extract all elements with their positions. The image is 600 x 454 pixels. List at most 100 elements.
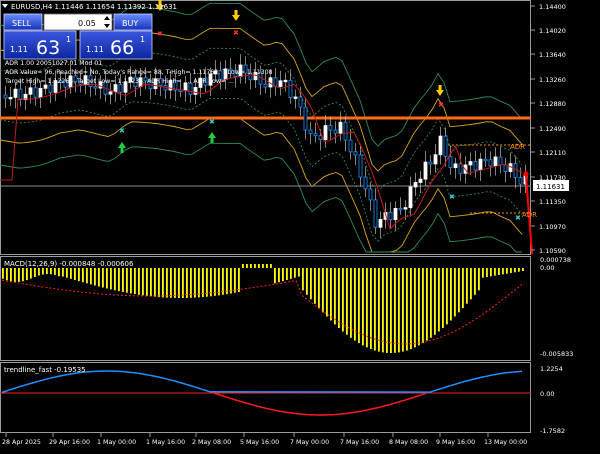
- macd-pane[interactable]: [1, 264, 525, 353]
- candle-body: [503, 164, 508, 172]
- macd-bar: [34, 268, 36, 277]
- candle-body: [398, 208, 403, 211]
- macd-bar: [134, 268, 136, 295]
- macd-bar: [490, 268, 492, 277]
- trendline-axis-label: 0.00: [540, 390, 554, 398]
- trendline-axis-label: 1.2254: [540, 365, 563, 373]
- candle-body: [313, 133, 318, 137]
- adr-info-line-1: ADR 1.00 20051027.01 Mod 01: [5, 60, 102, 67]
- candle-body: [283, 79, 288, 83]
- adr-info-line-2: ADR Value= 96, Reached= No, Today's Rang…: [5, 69, 273, 76]
- macd-axis-label: 0.000738: [540, 256, 571, 264]
- cross-marker-icon: ✖: [209, 118, 215, 126]
- macd-bar: [350, 268, 352, 338]
- candle-body: [423, 161, 428, 180]
- macd-bar: [390, 268, 392, 353]
- macd-bar: [178, 268, 180, 298]
- candle-body: [413, 182, 418, 188]
- candle-body: [328, 125, 333, 131]
- trendline-axis: 1.2254 0.00 -1.7582: [540, 365, 565, 435]
- macd-bar: [86, 268, 88, 284]
- candle-body: [448, 155, 453, 169]
- macd-bar: [286, 268, 288, 281]
- candle-body: [453, 163, 458, 169]
- macd-bar: [206, 268, 208, 297]
- macd-bar: [158, 268, 160, 298]
- candle-body: [193, 87, 198, 95]
- macd-bar: [326, 268, 328, 317]
- current-bar-dot: [523, 171, 529, 177]
- macd-bar: [370, 268, 372, 350]
- buy-arrow-icon: [208, 132, 216, 143]
- adr-info-block: ADR 1.00 20051027.01 Mod 01 ADR Value= 9…: [4, 60, 273, 85]
- macd-bar: [30, 268, 32, 279]
- macd-bar: [502, 268, 504, 275]
- macd-bar: [70, 268, 72, 279]
- macd-bar: [278, 268, 280, 283]
- candle-body: [43, 84, 48, 89]
- macd-bar: [402, 268, 404, 352]
- adr-lower-label: ADR: [522, 211, 537, 219]
- macd-bar: [274, 268, 276, 284]
- macd-bar: [486, 268, 488, 277]
- macd-bar: [154, 268, 156, 297]
- time-axis-label: 1 May 00:00: [97, 439, 136, 446]
- macd-bar: [122, 268, 124, 292]
- buy-price-sup: 1: [140, 35, 145, 44]
- trendline-pane[interactable]: [0, 370, 531, 416]
- macd-bar: [182, 268, 184, 298]
- macd-bar: [214, 268, 216, 296]
- candle-body: [403, 207, 408, 210]
- candle-body: [438, 135, 443, 156]
- macd-bar: [258, 264, 260, 268]
- candle-body: [343, 121, 348, 141]
- macd-bar: [234, 268, 236, 293]
- macd-bar: [450, 268, 452, 321]
- sell-button-label: SELL: [12, 19, 32, 28]
- macd-bar: [138, 268, 140, 295]
- candle-body: [458, 163, 463, 174]
- candle-body: [338, 121, 343, 134]
- macd-bar: [510, 268, 512, 273]
- macd-bar: [426, 268, 428, 341]
- macd-bar: [18, 268, 20, 282]
- macd-bar: [102, 268, 104, 288]
- adr-info-line-3: Target High= 1.12266, Target Low= 1.1123…: [4, 78, 234, 85]
- macd-bar: [142, 268, 144, 296]
- buy-price-big: 66: [110, 37, 134, 59]
- macd-bar: [386, 268, 388, 353]
- price-axis-label: 1.14400: [539, 3, 566, 11]
- macd-bar: [266, 264, 268, 268]
- macd-bar: [494, 268, 496, 276]
- macd-bar: [74, 268, 76, 281]
- trendline-negative: [213, 392, 427, 416]
- candle-body: [388, 211, 393, 221]
- price-axis-label: 1.13640: [539, 51, 566, 59]
- macd-bar: [170, 268, 172, 298]
- macd-bar: [202, 268, 204, 298]
- macd-bar: [46, 268, 48, 275]
- candle-body: [478, 158, 483, 171]
- candle-body: [113, 84, 118, 93]
- macd-bar: [174, 268, 176, 298]
- candle-body: [48, 84, 53, 93]
- chart-canvas[interactable]: ✖ ✖ ✖ ✖ ✖ ✖ ✖ ADR ADR EURUSD,H4 1.11446 1.1165…: [0, 0, 600, 450]
- candle-body: [298, 96, 303, 108]
- symbol-dropdown-icon[interactable]: [2, 4, 8, 8]
- candle-body: [428, 161, 433, 165]
- macd-bar: [270, 264, 272, 268]
- cross-marker-icon: ✖: [515, 214, 521, 222]
- candle-body: [493, 156, 498, 167]
- current-price-label: 1.11631: [536, 183, 565, 191]
- candle-body: [393, 208, 398, 221]
- buy-button-label: BUY: [122, 19, 138, 28]
- price-axis-label: 1.14020: [539, 27, 566, 35]
- macd-bar: [446, 268, 448, 325]
- time-axis-label: 7 May 00:00: [290, 439, 329, 446]
- time-axis-label: 9 May 16:00: [436, 439, 475, 446]
- candle-body: [433, 154, 438, 165]
- candle-body: [293, 96, 298, 99]
- macd-bar: [478, 268, 480, 291]
- cross-marker-icon: ✖: [449, 193, 455, 201]
- macd-bar: [442, 268, 444, 329]
